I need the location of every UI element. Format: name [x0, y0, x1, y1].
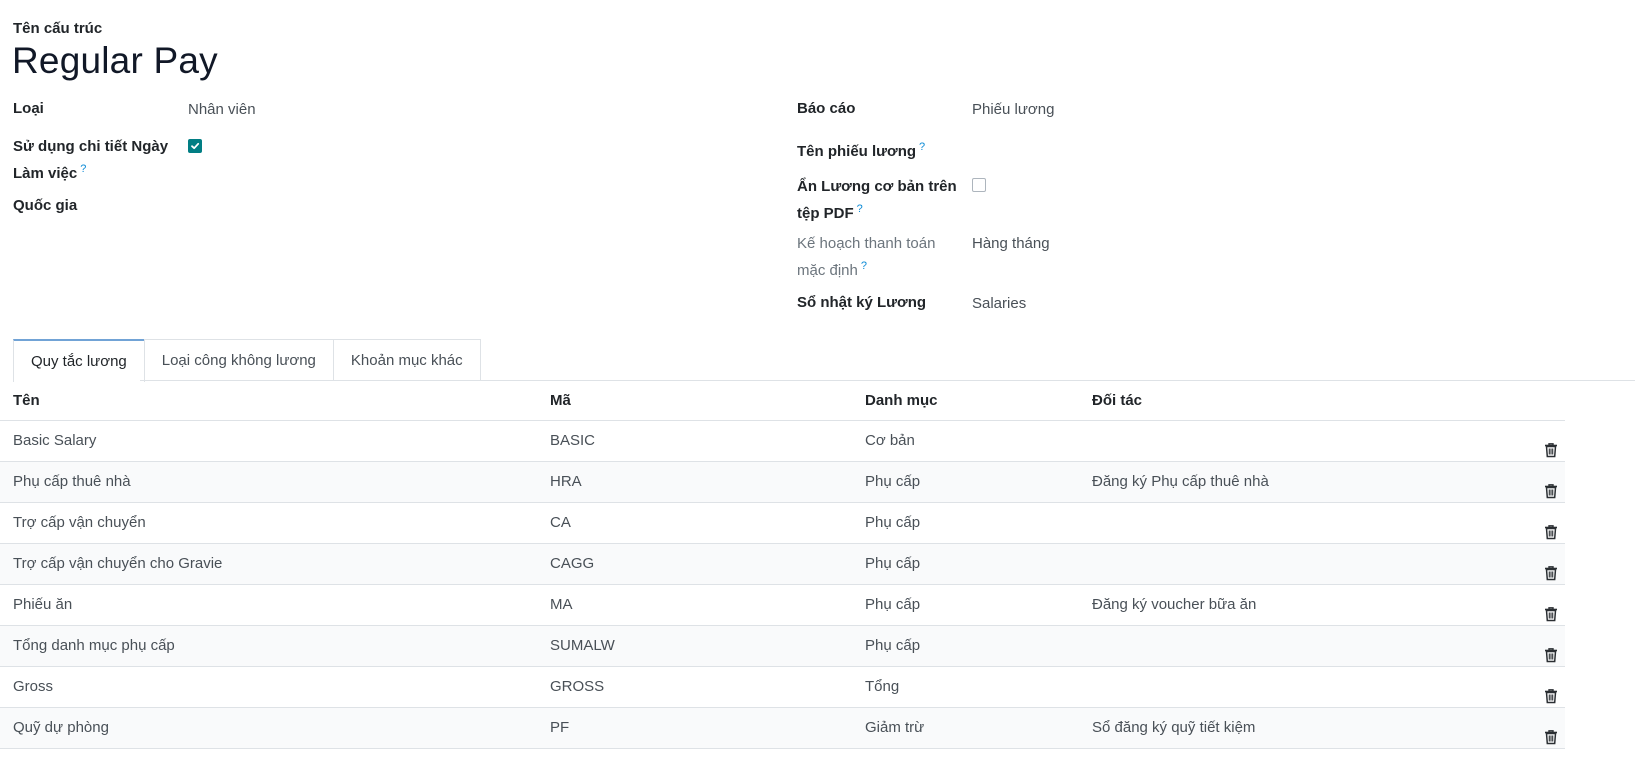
tab-other-inputs[interactable]: Khoản mục khác	[332, 339, 481, 380]
worked-days-label-line2: Làm việc	[13, 165, 78, 182]
table-row[interactable]: Tổng danh mục phụ cấp SUMALW Phụ cấp	[0, 626, 1565, 667]
column-header-partner[interactable]: Đối tác	[1092, 381, 1142, 421]
cell-name[interactable]: Phụ cấp thuê nhà	[13, 462, 131, 502]
cell-code[interactable]: CA	[550, 503, 571, 543]
payslip-name-field[interactable]	[972, 136, 1472, 158]
cell-category[interactable]: Phụ cấp	[865, 585, 920, 625]
journal-label: Sổ nhật ký Lương	[797, 294, 927, 311]
schedule-field[interactable]: Hàng tháng	[972, 233, 1050, 255]
column-header-name[interactable]: Tên	[13, 381, 40, 421]
payslip-name-label: Tên phiếu lương?	[797, 136, 925, 163]
cell-category[interactable]: Tổng	[865, 667, 899, 707]
tab-salary-rules[interactable]: Quy tắc lương	[13, 339, 145, 382]
journal-field[interactable]: Salaries	[972, 293, 1026, 315]
cell-category[interactable]: Cơ bản	[865, 421, 915, 461]
help-tooltip-icon[interactable]: ?	[80, 163, 86, 175]
worked-days-checkbox[interactable]	[188, 139, 202, 153]
trash-icon[interactable]	[1544, 721, 1558, 745]
trash-icon[interactable]	[1544, 434, 1558, 458]
table-row[interactable]: Basic Salary BASIC Cơ bản	[0, 421, 1565, 462]
salary-rules-table: Tên Mã Danh mục Đối tác Basic Salary BASI…	[0, 381, 1565, 749]
cell-code[interactable]: SUMALW	[550, 626, 615, 666]
cell-name[interactable]: Phiếu ăn	[13, 585, 72, 625]
trash-icon[interactable]	[1544, 639, 1558, 663]
help-tooltip-icon[interactable]: ?	[857, 203, 863, 215]
hide-basic-label: Ẩn Lương cơ bản trên tệp PDF?	[797, 176, 957, 225]
schedule-label: Kế hoạch thanh toán mặc định?	[797, 233, 935, 282]
cell-name[interactable]: Quỹ dự phòng	[13, 708, 109, 748]
title-label: Tên cấu trúc	[13, 20, 103, 37]
trash-icon[interactable]	[1544, 516, 1558, 540]
hide-basic-label-line2: tệp PDF	[797, 205, 854, 222]
notebook-tabs: Quy tắc lương Loại công không lương Khoả…	[13, 339, 481, 382]
cell-code[interactable]: HRA	[550, 462, 582, 502]
column-header-code[interactable]: Mã	[550, 381, 571, 421]
cell-code[interactable]: CAGG	[550, 544, 594, 584]
cell-category[interactable]: Giảm trừ	[865, 708, 924, 748]
help-tooltip-icon[interactable]: ?	[861, 260, 867, 272]
table-row[interactable]: Gross GROSS Tổng	[0, 667, 1565, 708]
column-header-category[interactable]: Danh mục	[865, 381, 938, 421]
type-label: Loại	[13, 100, 44, 117]
help-tooltip-icon[interactable]: ?	[919, 141, 925, 153]
type-field[interactable]: Nhân viên	[188, 99, 256, 121]
cell-partner[interactable]: Đăng ký voucher bữa ăn	[1092, 585, 1256, 625]
cell-category[interactable]: Phụ cấp	[865, 626, 920, 666]
cell-code[interactable]: MA	[550, 585, 573, 625]
trash-icon[interactable]	[1544, 680, 1558, 704]
hide-basic-label-line1: Ẩn Lương cơ bản trên	[797, 178, 957, 195]
cell-code[interactable]: GROSS	[550, 667, 604, 707]
cell-partner[interactable]: Sổ đăng ký quỹ tiết kiệm	[1092, 708, 1255, 748]
trash-icon[interactable]	[1544, 598, 1558, 622]
report-label: Báo cáo	[797, 100, 856, 117]
payroll-structure-form: Tên cấu trúc Regular Pay Loại Nhân viên …	[0, 0, 1635, 777]
table-row[interactable]: Phiếu ăn MA Phụ cấp Đăng ký voucher bữa ăn	[0, 585, 1565, 626]
structure-name-field[interactable]: Regular Pay	[12, 40, 218, 82]
cell-name[interactable]: Gross	[13, 667, 53, 707]
tab-unpaid-work-types[interactable]: Loại công không lương	[143, 339, 334, 380]
payslip-name-label-text: Tên phiếu lương	[797, 143, 917, 160]
table-row[interactable]: Trợ cấp vận chuyển cho Gravie CAGG Phụ cấp	[0, 544, 1565, 585]
table-row[interactable]: Phụ cấp thuê nhà HRA Phụ cấp Đăng ký Phụ cấ…	[0, 462, 1565, 503]
table-row[interactable]: Quỹ dự phòng PF Giảm trừ Sổ đăng ký quỹ tiế…	[0, 708, 1565, 749]
table-row[interactable]: Trợ cấp vận chuyển CA Phụ cấp	[0, 503, 1565, 544]
report-field[interactable]: Phiếu lương	[972, 99, 1054, 121]
cell-name[interactable]: Basic Salary	[13, 421, 96, 461]
cell-name[interactable]: Trợ cấp vận chuyển cho Gravie	[13, 544, 222, 584]
cell-code[interactable]: BASIC	[550, 421, 595, 461]
table-header-row: Tên Mã Danh mục Đối tác	[0, 381, 1565, 421]
schedule-label-line2: mặc định	[797, 262, 858, 279]
country-label: Quốc gia	[13, 197, 78, 214]
cell-category[interactable]: Phụ cấp	[865, 503, 920, 543]
schedule-label-line1: Kế hoạch thanh toán	[797, 235, 936, 252]
trash-icon[interactable]	[1544, 475, 1558, 499]
trash-icon[interactable]	[1544, 557, 1558, 581]
check-icon	[191, 142, 200, 150]
cell-category[interactable]: Phụ cấp	[865, 544, 920, 584]
worked-days-label-line1: Sử dụng chi tiết Ngày	[13, 138, 169, 155]
hide-basic-checkbox[interactable]	[972, 178, 986, 192]
country-field[interactable]	[188, 195, 688, 217]
worked-days-label: Sử dụng chi tiết Ngày Làm việc?	[13, 136, 168, 185]
cell-name[interactable]: Trợ cấp vận chuyển	[13, 503, 146, 543]
cell-code[interactable]: PF	[550, 708, 569, 748]
table-body: Basic Salary BASIC Cơ bản Phụ cấp thuê nhà H…	[0, 421, 1565, 749]
cell-name[interactable]: Tổng danh mục phụ cấp	[13, 626, 175, 666]
cell-category[interactable]: Phụ cấp	[865, 462, 920, 502]
cell-partner[interactable]: Đăng ký Phụ cấp thuê nhà	[1092, 462, 1269, 502]
